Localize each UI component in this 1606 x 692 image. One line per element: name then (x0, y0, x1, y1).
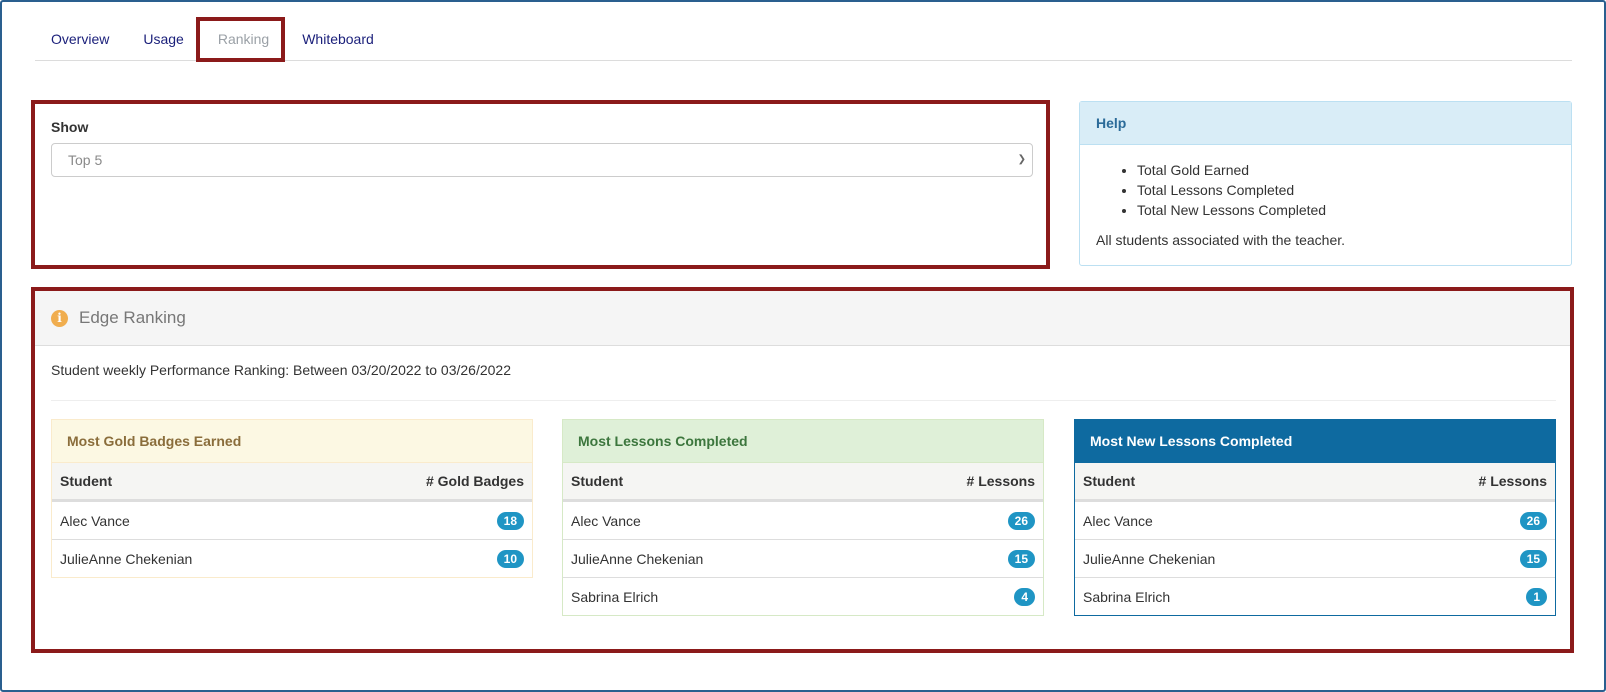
col-value: # Lessons (966, 473, 1035, 489)
help-item: Total New Lessons Completed (1137, 200, 1571, 220)
table-header: Student # Gold Badges (52, 463, 532, 501)
student-name: Alec Vance (1083, 512, 1153, 529)
count-badge: 15 (1007, 549, 1035, 568)
count-badge: 26 (1007, 511, 1035, 530)
tab-usage[interactable]: Usage (126, 18, 201, 60)
table-row: Sabrina Elrich 1 (1075, 577, 1555, 615)
help-note: All students associated with the teacher… (1096, 232, 1346, 248)
table-title: Most Gold Badges Earned (52, 420, 532, 463)
table-header: Student # Lessons (563, 463, 1043, 501)
tab-overview[interactable]: Overview (35, 18, 126, 60)
count-badge: 15 (1519, 549, 1547, 568)
chevron-down-icon: ❯ (1017, 154, 1026, 165)
edge-ranking-header: i Edge Ranking (35, 291, 1570, 346)
table-row: Alec Vance 26 (1075, 501, 1555, 539)
edge-ranking-title: Edge Ranking (79, 308, 186, 327)
student-name: Alec Vance (60, 512, 130, 529)
col-value: # Gold Badges (425, 473, 524, 489)
count-badge: 18 (496, 511, 524, 530)
student-name: Sabrina Elrich (571, 588, 659, 605)
count-badge: 26 (1519, 511, 1547, 530)
help-list: Total Gold Earned Total Lessons Complete… (1137, 160, 1571, 220)
student-name: JulieAnne Chekenian (1083, 550, 1216, 567)
help-panel: Help Total Gold Earned Total Lessons Com… (1079, 101, 1572, 266)
table-row: Alec Vance 18 (52, 501, 532, 539)
col-student: Student (571, 473, 624, 489)
student-name: Sabrina Elrich (1083, 588, 1171, 605)
student-name: JulieAnne Chekenian (571, 550, 704, 567)
edge-ranking-panel: i Edge Ranking Student weekly Performanc… (31, 287, 1574, 653)
col-student: Student (1083, 473, 1136, 489)
student-name: JulieAnne Chekenian (60, 550, 193, 567)
table-title: Most New Lessons Completed (1075, 420, 1555, 463)
show-filter-panel (31, 100, 1050, 269)
table-lessons-completed: Most Lessons Completed Student # Lessons… (562, 419, 1044, 616)
table-row: JulieAnne Chekenian 15 (1075, 539, 1555, 577)
student-name: Alec Vance (571, 512, 641, 529)
table-new-lessons-completed: Most New Lessons Completed Student # Les… (1074, 419, 1556, 616)
table-header: Student # Lessons (1075, 463, 1555, 501)
help-item: Total Gold Earned (1137, 160, 1571, 180)
show-selected-value: Top 5 (68, 152, 103, 168)
table-row: Alec Vance 26 (563, 501, 1043, 539)
edge-ranking-description: Student weekly Performance Ranking: Betw… (51, 362, 511, 378)
table-row: Sabrina Elrich 4 (563, 577, 1043, 615)
table-row: JulieAnne Chekenian 10 (52, 539, 532, 577)
divider (51, 400, 1556, 401)
table-gold-badges: Most Gold Badges Earned Student # Gold B… (51, 419, 533, 578)
info-icon: i (51, 309, 68, 327)
table-title: Most Lessons Completed (563, 420, 1043, 463)
show-label: Show (51, 119, 89, 135)
help-item: Total Lessons Completed (1137, 180, 1571, 200)
col-student: Student (60, 473, 113, 489)
col-value: # Lessons (1478, 473, 1547, 489)
table-row: JulieAnne Chekenian 15 (563, 539, 1043, 577)
count-badge: 4 (1014, 587, 1035, 606)
show-select[interactable]: Top 5 ❯ (51, 143, 1033, 177)
highlight-ranking-tab (196, 17, 285, 62)
count-badge: 10 (496, 549, 524, 568)
count-badge: 1 (1526, 587, 1547, 606)
help-title: Help (1080, 102, 1571, 145)
tab-whiteboard[interactable]: Whiteboard (285, 18, 390, 60)
